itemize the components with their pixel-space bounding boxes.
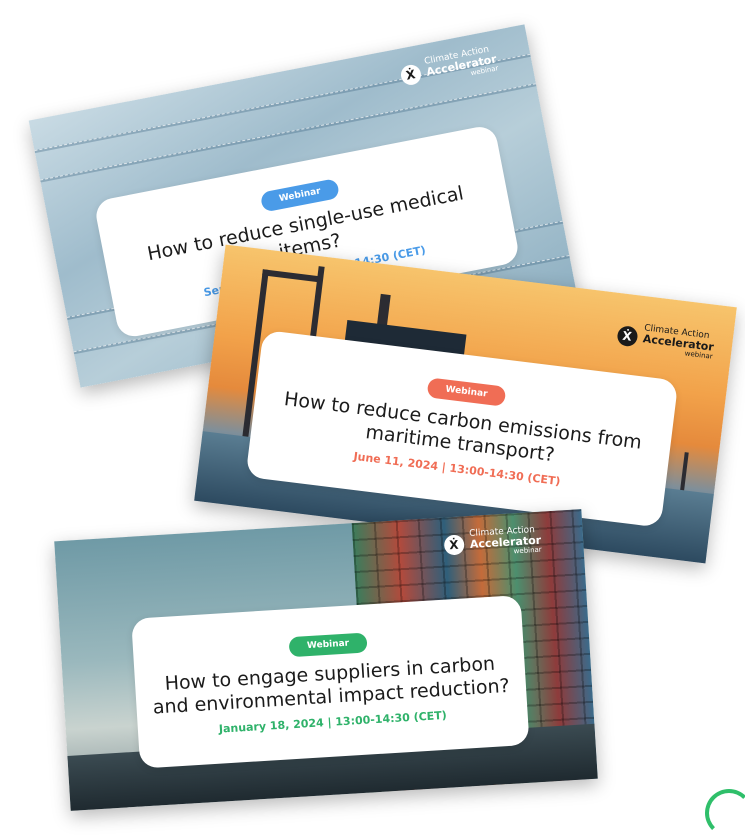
webinar-date: January 18, 2024 | 13:00-14:30 (CET): [218, 709, 448, 736]
webinar-title: How to engage suppliers in carbon and en…: [152, 652, 511, 719]
logo-icon: Ẋ: [443, 534, 465, 556]
webinar-badge: Webinar: [426, 377, 507, 407]
brand-logo: Ẋ Climate Action Accelerator webinar: [443, 525, 542, 560]
webinar-badge: Webinar: [288, 632, 368, 657]
webinar-info-panel: Webinar How to engage suppliers in carbo…: [131, 595, 530, 769]
logo-icon: Ẋ: [615, 325, 639, 348]
webinar-card-suppliers[interactable]: Ẋ Climate Action Accelerator webinar Web…: [54, 509, 598, 811]
logo-icon: Ẋ: [398, 63, 423, 87]
corner-logo-icon: [705, 789, 745, 837]
